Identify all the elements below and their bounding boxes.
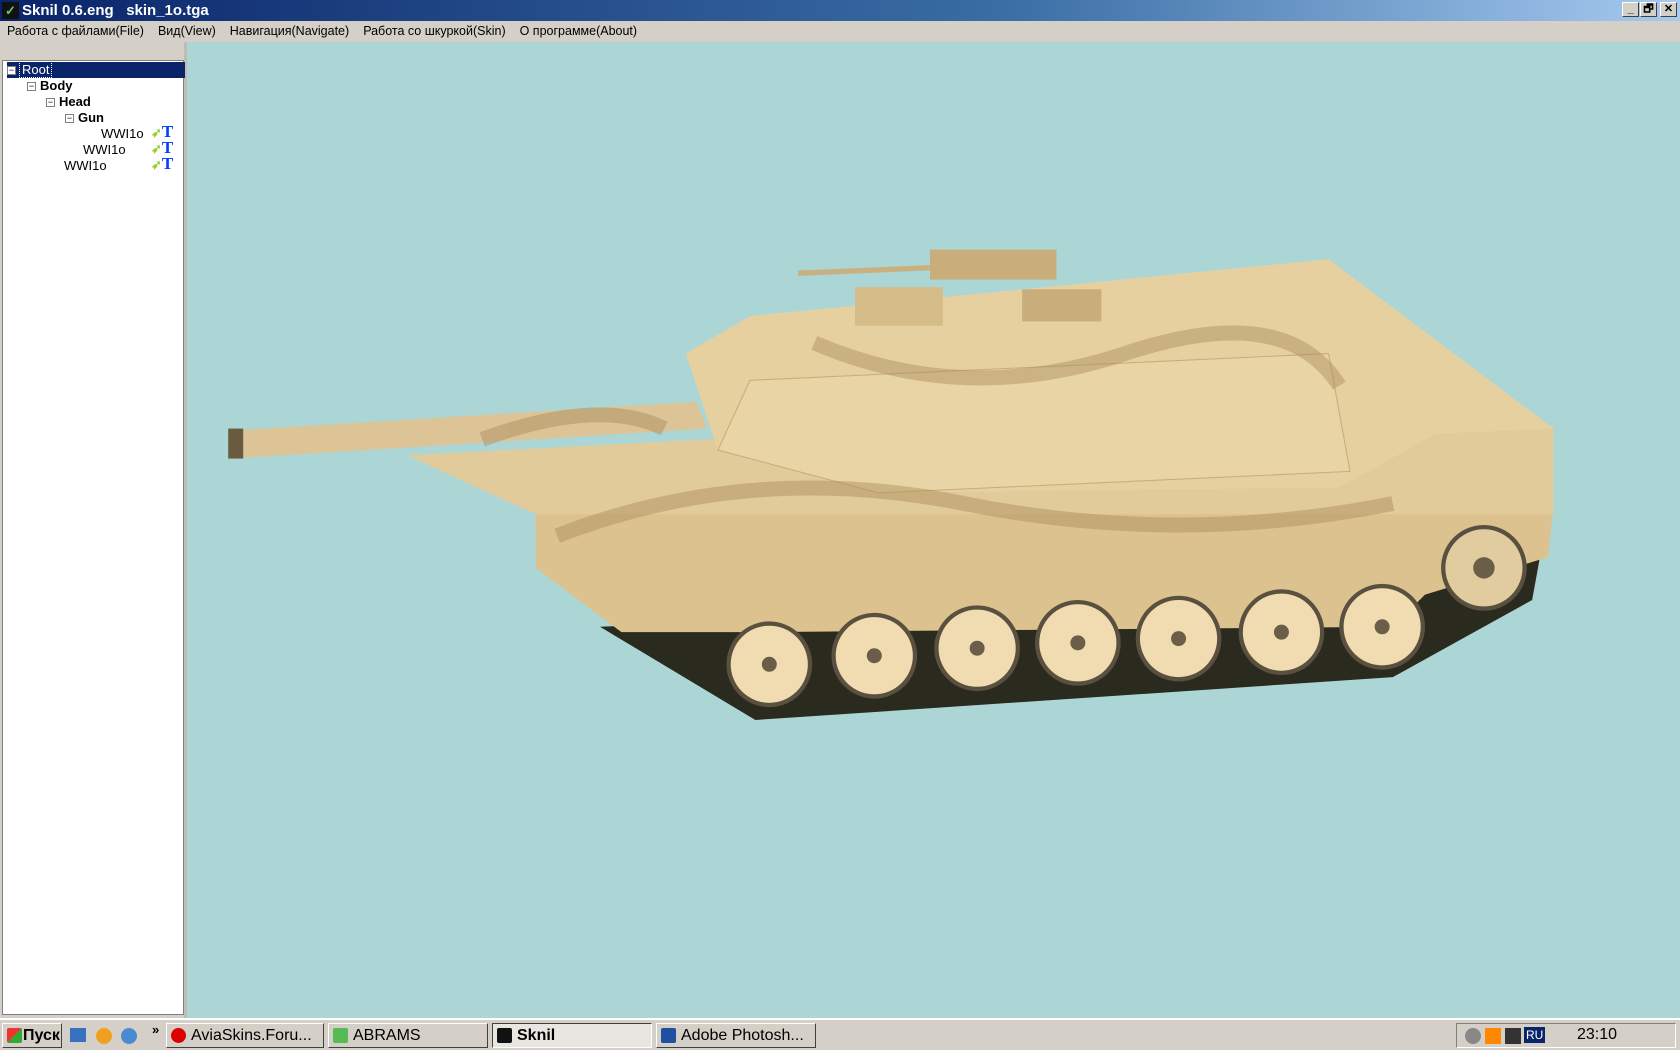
texture-icon[interactable]: T (162, 154, 173, 173)
task-button-sknil[interactable]: Sknil (492, 1023, 652, 1048)
window-title: Sknil 0.6.eng skin_1o.tga (22, 2, 209, 19)
tree-node-root[interactable]: − Root (7, 61, 185, 78)
title-bar: ✓ Sknil 0.6.eng skin_1o.tga _ 🗗 ✕ (0, 0, 1680, 21)
alert-icon[interactable] (1485, 1028, 1501, 1044)
app-icon: ✓ (2, 2, 19, 19)
start-button[interactable]: Пуск (2, 1023, 62, 1048)
tree-node-head[interactable]: − Head (46, 94, 91, 110)
menu-file[interactable]: Работа с файлами(File) (0, 21, 151, 42)
minimize-button[interactable]: _ (1622, 2, 1639, 17)
link-arrow-icon[interactable]: ➶ (151, 157, 162, 172)
task-button-aviaskins[interactable]: AviaSkins.Foru... (166, 1023, 324, 1048)
photoshop-icon (661, 1028, 676, 1043)
menu-skin[interactable]: Работа со шкуркой(Skin) (356, 21, 512, 42)
menu-navigate[interactable]: Навигация(Navigate) (223, 21, 356, 42)
folder-icon (333, 1028, 348, 1043)
tree-node-body[interactable]: − Body (27, 78, 73, 94)
task-button-abrams[interactable]: ABRAMS (328, 1023, 488, 1048)
taskbar: Пуск » AviaSkins.Foru... ABRAMS Sknil Ad… (0, 1018, 1680, 1050)
sknil-icon (497, 1028, 512, 1043)
collapse-icon[interactable]: − (27, 82, 36, 92)
clock: 23:10 (1577, 1026, 1618, 1043)
opera-icon (171, 1028, 186, 1043)
menu-bar: Работа с файлами(File) Вид(View) Навигация… (0, 21, 1680, 42)
model-tree: − Root − Body − Head − Gun WWI1o WWI1o WWI1o… (2, 60, 185, 1015)
tree-node-mesh[interactable]: WWI1o (83, 142, 126, 158)
link-arrow-icon[interactable]: ➶ (151, 125, 162, 140)
quicklaunch-icon[interactable] (96, 1028, 112, 1044)
tree-node-mesh[interactable]: WWI1o (64, 158, 107, 174)
system-tray: 23:10 (1456, 1023, 1676, 1048)
menu-view[interactable]: Вид(View) (151, 21, 223, 42)
windows-logo-icon (7, 1028, 22, 1043)
restore-button[interactable]: 🗗 (1640, 2, 1657, 17)
collapse-icon[interactable]: − (7, 66, 16, 76)
volume-icon[interactable] (1465, 1028, 1481, 1044)
task-button-photoshop[interactable]: Adobe Photosh... (656, 1023, 816, 1048)
tree-node-mesh[interactable]: WWI1o (101, 126, 144, 142)
chevron-icon[interactable]: » (152, 1022, 159, 1037)
close-button[interactable]: ✕ (1660, 2, 1677, 17)
menu-about[interactable]: О программе(About) (513, 21, 644, 42)
desktop-icon[interactable] (70, 1028, 86, 1042)
collapse-icon[interactable]: − (46, 98, 55, 108)
sidebar: − Root − Body − Head − Gun WWI1o WWI1o WWI1o… (0, 42, 187, 1018)
collapse-icon[interactable]: − (65, 114, 74, 124)
link-arrow-icon[interactable]: ➶ (151, 141, 162, 156)
tree-node-gun[interactable]: − Gun (65, 110, 104, 126)
network-icon[interactable] (1505, 1028, 1521, 1044)
media-player-icon[interactable] (121, 1028, 137, 1044)
3d-viewport[interactable] (187, 42, 1680, 1018)
